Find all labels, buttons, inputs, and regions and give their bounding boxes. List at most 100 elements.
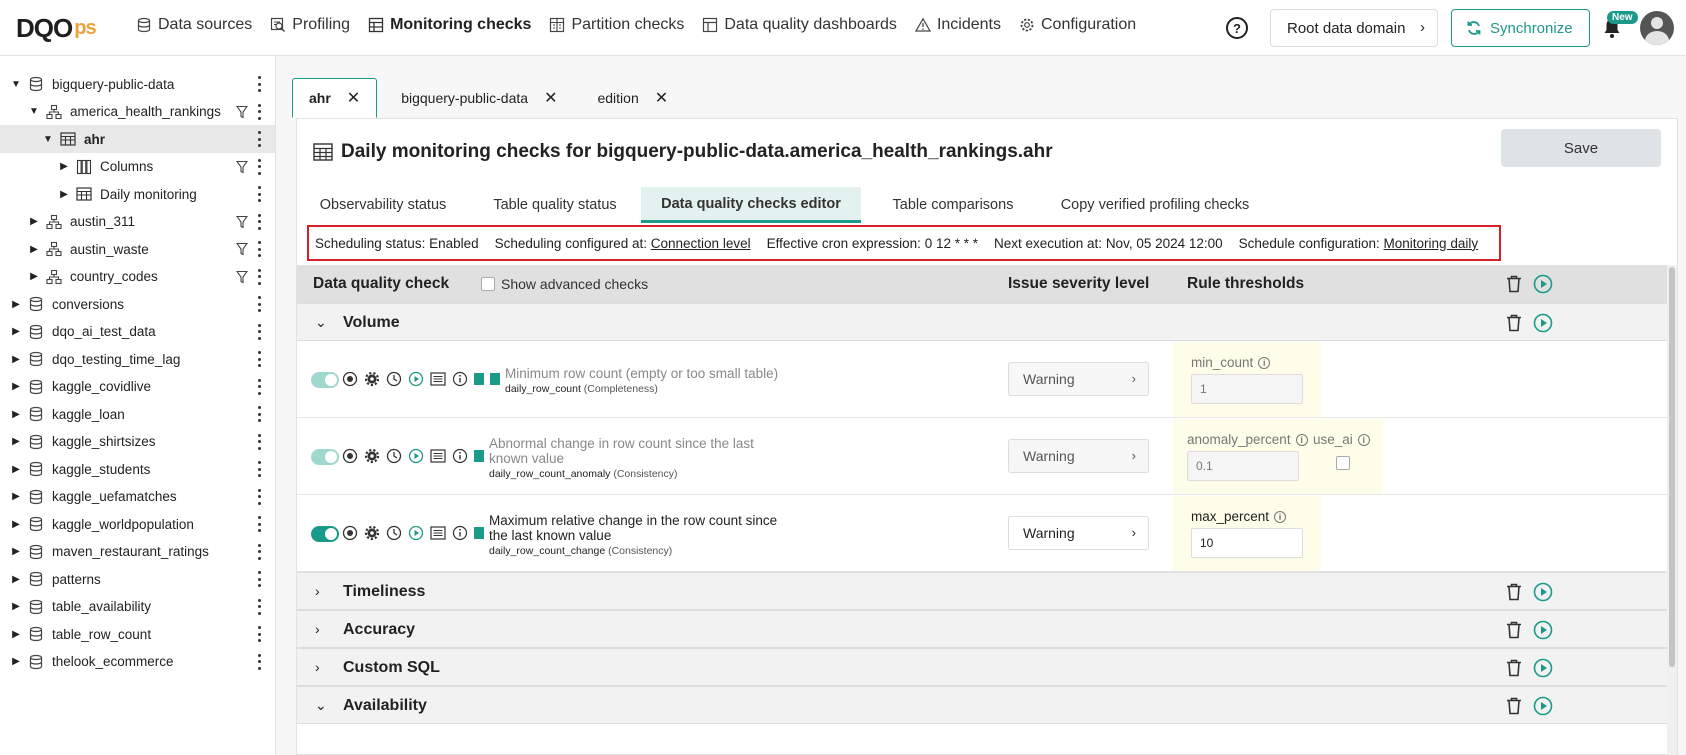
more-options-icon[interactable] <box>258 406 262 422</box>
more-options-icon[interactable] <box>258 268 262 285</box>
tree-item[interactable]: ▼ ahr <box>0 125 275 153</box>
group-timeliness[interactable]: › Timeliness <box>297 572 1669 610</box>
tree-item[interactable]: ▶ table_row_count <box>0 620 275 648</box>
close-icon[interactable]: ✕ <box>655 88 668 108</box>
run-check-icon[interactable] <box>408 371 424 387</box>
close-icon[interactable]: ✕ <box>347 88 360 108</box>
tree-item[interactable]: ▶ kaggle_covidlive <box>0 373 275 401</box>
group-accuracy[interactable]: › Accuracy <box>297 610 1669 648</box>
caret-right-icon[interactable]: ▶ <box>10 574 22 585</box>
info-icon[interactable]: i <box>1295 433 1308 446</box>
run-check-icon[interactable] <box>408 525 424 541</box>
nav-profiling[interactable]: Profiling <box>270 16 350 34</box>
group-availability[interactable]: ⌄ Availability <box>297 686 1669 724</box>
info-icon[interactable]: i <box>1258 356 1271 369</box>
check-enabled-toggle[interactable] <box>311 526 339 542</box>
tree-item[interactable]: ▼ bigquery-public-data <box>0 70 275 98</box>
tree-item[interactable]: ▶ table_availability <box>0 593 275 621</box>
severity-selector[interactable]: Warning › <box>1008 516 1149 550</box>
info-icon[interactable] <box>452 525 468 541</box>
more-options-icon[interactable] <box>258 186 262 202</box>
more-options-icon[interactable] <box>258 516 262 532</box>
nav-partition-checks[interactable]: Partition checks <box>549 16 684 34</box>
max-percent-input[interactable]: 10 <box>1191 528 1303 558</box>
chevron-right-icon[interactable]: › <box>315 659 320 675</box>
more-options-icon[interactable] <box>258 131 262 147</box>
monitoring-daily-link[interactable]: Monitoring daily <box>1384 236 1479 251</box>
nav-configuration[interactable]: Configuration <box>1019 16 1136 34</box>
run-checks-icon[interactable] <box>1533 658 1553 678</box>
disable-icon[interactable] <box>342 448 358 464</box>
trash-icon[interactable] <box>1505 620 1523 640</box>
more-options-icon[interactable] <box>258 433 262 450</box>
caret-right-icon[interactable]: ▶ <box>10 656 22 667</box>
tree-item[interactable]: ▶ maven_restaurant_ratings <box>0 538 275 566</box>
tab-observability-status[interactable]: Observability status <box>297 187 469 223</box>
more-options-icon[interactable] <box>258 543 262 560</box>
schedule-clock-icon[interactable] <box>386 525 402 541</box>
schedule-clock-icon[interactable] <box>386 371 402 387</box>
help-icon[interactable]: ? <box>1226 17 1248 39</box>
severity-selector[interactable]: Warning › <box>1008 439 1149 473</box>
chevron-right-icon[interactable]: › <box>315 583 320 599</box>
tab-data-quality-checks-editor[interactable]: Data quality checks editor <box>641 187 861 223</box>
gear-icon[interactable] <box>364 448 380 464</box>
tree-item[interactable]: ▶ dqo_ai_test_data <box>0 318 275 346</box>
trash-icon[interactable] <box>1505 274 1523 294</box>
caret-right-icon[interactable]: ▶ <box>10 299 22 310</box>
trash-icon[interactable] <box>1505 658 1523 678</box>
results-list-icon[interactable] <box>430 371 446 387</box>
tree-item[interactable]: ▶ thelook_ecommerce <box>0 648 275 676</box>
dqops-logo[interactable]: DQO ps <box>16 13 97 43</box>
info-icon[interactable]: i <box>1357 433 1370 446</box>
scrollbar-thumb[interactable] <box>1669 267 1675 667</box>
disable-icon[interactable] <box>342 525 358 541</box>
tree-item[interactable]: ▶ patterns <box>0 565 275 593</box>
connection-level-link[interactable]: Connection level <box>651 236 751 251</box>
caret-right-icon[interactable]: ▶ <box>10 546 22 557</box>
anomaly-percent-input[interactable]: 0.1 <box>1187 451 1299 481</box>
tree-item[interactable]: ▶ dqo_testing_time_lag <box>0 345 275 373</box>
synchronize-button[interactable]: Synchronize <box>1451 9 1590 47</box>
more-options-icon[interactable] <box>258 488 262 505</box>
tab-bigquery-public-data[interactable]: bigquery-public-data ✕ <box>385 78 573 118</box>
severity-selector[interactable]: Warning › <box>1008 362 1149 396</box>
more-options-icon[interactable] <box>258 103 262 120</box>
more-options-icon[interactable] <box>258 653 262 670</box>
avatar[interactable] <box>1640 11 1674 45</box>
nav-data-sources[interactable]: Data sources <box>136 16 252 34</box>
save-button[interactable]: Save <box>1501 129 1661 167</box>
caret-right-icon[interactable]: ▶ <box>28 244 40 255</box>
gear-icon[interactable] <box>364 371 380 387</box>
tree-item[interactable]: ▶ kaggle_students <box>0 455 275 483</box>
more-options-icon[interactable] <box>258 598 262 615</box>
tab-copy-verified-profiling-checks[interactable]: Copy verified profiling checks <box>1045 187 1265 223</box>
more-options-icon[interactable] <box>258 461 262 477</box>
filter-icon[interactable] <box>236 242 248 256</box>
check-enabled-toggle[interactable] <box>311 449 339 465</box>
caret-right-icon[interactable]: ▶ <box>10 409 22 420</box>
caret-down-icon[interactable]: ▼ <box>28 106 40 117</box>
check-enabled-toggle[interactable] <box>311 372 339 388</box>
caret-right-icon[interactable]: ▶ <box>10 354 22 365</box>
caret-right-icon[interactable]: ▶ <box>10 464 22 475</box>
more-options-icon[interactable] <box>258 296 262 312</box>
domain-selector-button[interactable]: Root data domain › <box>1270 9 1438 47</box>
info-icon[interactable] <box>452 371 468 387</box>
tree-item[interactable]: ▶ Columns <box>0 153 275 181</box>
results-list-icon[interactable] <box>430 448 446 464</box>
schedule-clock-icon[interactable] <box>386 448 402 464</box>
vertical-scrollbar[interactable] <box>1667 265 1677 755</box>
more-options-icon[interactable] <box>258 76 262 92</box>
more-options-icon[interactable] <box>258 378 262 395</box>
show-advanced-checks[interactable]: Show advanced checks <box>481 276 648 292</box>
filter-icon[interactable] <box>236 215 248 229</box>
tree-item[interactable]: ▶ kaggle_worldpopulation <box>0 510 275 538</box>
run-checks-icon[interactable] <box>1533 696 1553 716</box>
tree-item[interactable]: ▶ kaggle_uefamatches <box>0 483 275 511</box>
tree-item[interactable]: ▶ austin_311 <box>0 208 275 236</box>
more-options-icon[interactable] <box>258 323 262 340</box>
tree-item[interactable]: ▶ austin_waste <box>0 235 275 263</box>
min-count-input[interactable]: 1 <box>1191 374 1303 404</box>
nav-incidents[interactable]: Incidents <box>914 16 1001 34</box>
